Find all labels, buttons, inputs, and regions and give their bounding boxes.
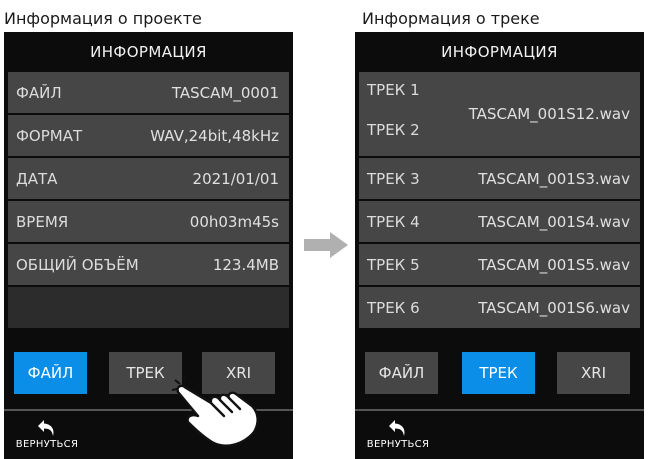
bottom-divider (355, 409, 644, 411)
row-label: ТРЕК 6 (367, 298, 420, 317)
row-value: 00h03m45s (189, 212, 279, 231)
row-value: WAV,24bit,48kHz (150, 126, 279, 145)
info-row-track-4: ТРЕК 4 TASCAM_001S4.wav (359, 201, 640, 242)
arrow-right-icon (304, 232, 348, 258)
info-row-track-5: ТРЕК 5 TASCAM_001S5.wav (359, 244, 640, 285)
screen-title: ИНФОРМАЦИЯ (90, 43, 207, 61)
info-row-time: ВРЕМЯ 00h03m45s (8, 201, 289, 242)
info-row-track-1-2: ТРЕК 1 ТРЕК 2 TASCAM_001S12.wav (359, 72, 640, 156)
row-label: ТРЕК 3 (367, 169, 420, 188)
caption-track-info: Информация о треке (362, 9, 540, 28)
row-label: ТРЕК 5 (367, 255, 420, 274)
row-label: ДАТА (16, 169, 58, 188)
caption-project-info: Информация о проекте (4, 9, 202, 28)
back-label: ВЕРНУТЬСЯ (366, 439, 430, 450)
row-value: TASCAM_0001 (171, 83, 279, 102)
tab-file[interactable]: ФАЙЛ (365, 352, 438, 394)
row-label: ФАЙЛ (16, 83, 62, 102)
info-row-total-size: ОБЩИЙ ОБЪЁМ 123.4MB (8, 244, 289, 285)
row-label: ОБЩИЙ ОБЪЁМ (16, 255, 139, 274)
info-row-file: ФАЙЛ TASCAM_0001 (8, 72, 289, 113)
row-value: TASCAM_001S5.wav (478, 255, 630, 274)
row-value: 2021/01/01 (192, 169, 279, 188)
info-row-track-3: ТРЕК 3 TASCAM_001S3.wav (359, 158, 640, 199)
undo-arrow-icon (38, 420, 54, 436)
back-button[interactable]: ВЕРНУТЬСЯ (363, 416, 433, 450)
row-value: TASCAM_001S6.wav (478, 298, 630, 317)
row-label: ТРЕК 4 (367, 212, 420, 231)
row-value: TASCAM_001S4.wav (478, 212, 630, 231)
row-label: ТРЕК 1 (367, 81, 420, 99)
track-info-screen: ИНФОРМАЦИЯ ТРЕК 1 ТРЕК 2 TASCAM_001S12.w… (355, 32, 644, 459)
row-value: TASCAM_001S3.wav (478, 169, 630, 188)
row-label: ТРЕК 2 (367, 121, 420, 139)
tab-track[interactable]: ТРЕК (462, 352, 535, 394)
undo-arrow-icon (389, 420, 405, 436)
info-row-empty (8, 287, 289, 328)
screen-title: ИНФОРМАЦИЯ (441, 43, 558, 61)
row-value: TASCAM_001S12.wav (468, 105, 630, 123)
row-label: ВРЕМЯ (16, 212, 69, 231)
info-row-track-6: ТРЕК 6 TASCAM_001S6.wav (359, 287, 640, 328)
back-label: ВЕРНУТЬСЯ (15, 439, 79, 450)
row-label: ФОРМАТ (16, 126, 83, 145)
info-row-date: ДАТА 2021/01/01 (8, 158, 289, 199)
tab-xri[interactable]: XRI (557, 352, 630, 394)
tab-file[interactable]: ФАЙЛ (14, 352, 87, 394)
hand-pointer-icon (172, 376, 259, 447)
back-button[interactable]: ВЕРНУТЬСЯ (12, 416, 82, 450)
row-value: 123.4MB (212, 255, 279, 274)
info-row-format: ФОРМАТ WAV,24bit,48kHz (8, 115, 289, 156)
